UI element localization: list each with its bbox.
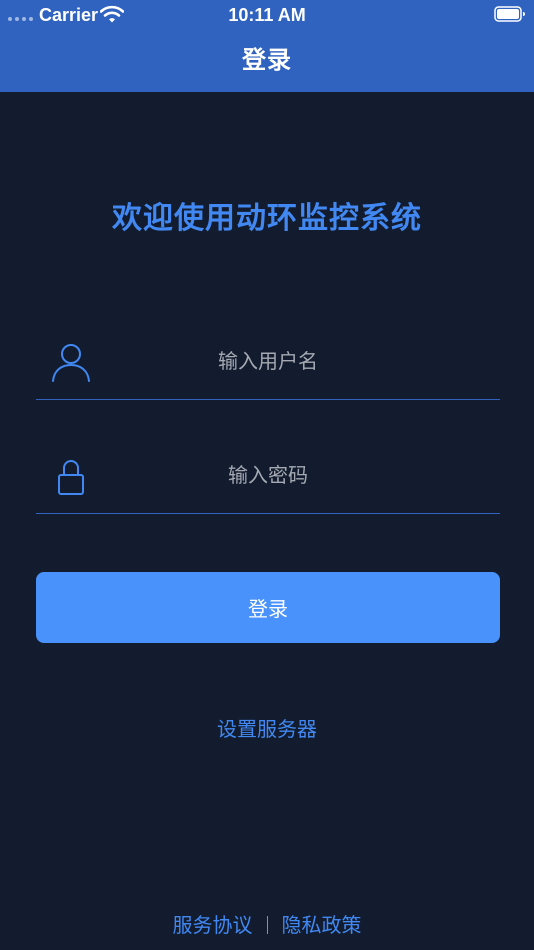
- welcome-heading: 欢迎使用动环监控系统: [112, 201, 422, 236]
- status-time: 10:11 AM: [228, 5, 306, 25]
- service-agreement-link[interactable]: 服务协议: [173, 913, 253, 937]
- username-field: [36, 327, 500, 400]
- user-icon: [52, 344, 90, 382]
- server-settings-link[interactable]: 设置服务器: [0, 714, 534, 744]
- status-bar: Carrier 10:11 AM: [0, 0, 534, 30]
- password-field: [36, 441, 500, 514]
- login-button[interactable]: 登录: [36, 572, 500, 643]
- page-title: 登录: [242, 46, 292, 74]
- footer-links: 服务协议 隐私政策: [0, 910, 534, 940]
- password-input[interactable]: [96, 455, 440, 495]
- login-screen: Carrier 10:11 AM 登录 欢迎使用动环监控系统 输入用户名 登录 …: [0, 0, 534, 950]
- username-input[interactable]: [96, 341, 440, 381]
- footer-divider: [266, 916, 268, 934]
- header: Carrier 10:11 AM 登录: [0, 0, 534, 92]
- lock-icon: [58, 460, 84, 495]
- battery-icon: [494, 6, 525, 22]
- privacy-policy-link[interactable]: 隐私政策: [282, 913, 362, 937]
